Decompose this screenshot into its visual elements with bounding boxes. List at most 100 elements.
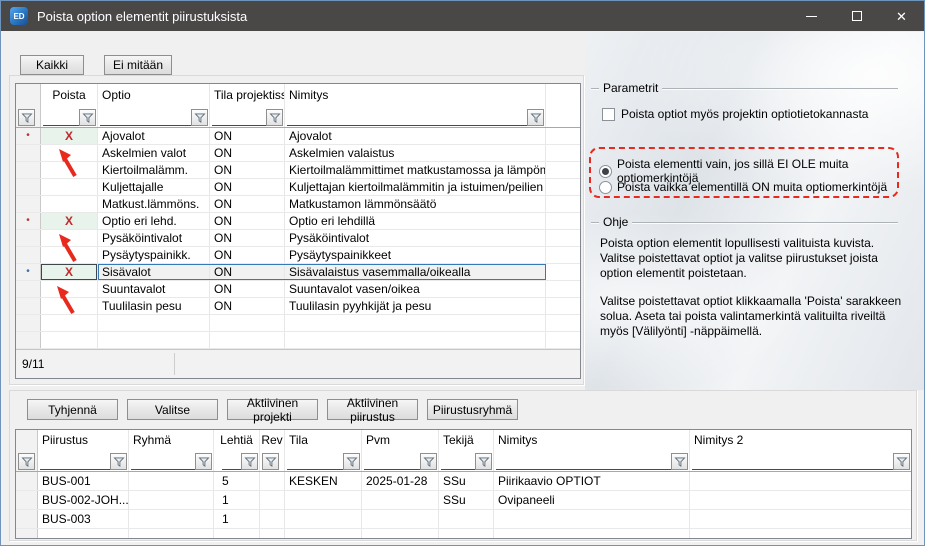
nimitys-cell[interactable]: Sisävalaistus vasemmalla/oikealla [285, 264, 546, 280]
tekija-cell[interactable]: SSu [439, 472, 494, 490]
tila-cell[interactable] [210, 332, 285, 348]
tila-cell[interactable]: ON [210, 213, 285, 229]
radio-selected-icon[interactable] [599, 165, 612, 178]
lehtia-cell[interactable]: 1 [214, 491, 260, 509]
nimitys-cell[interactable] [285, 332, 546, 348]
tila-cell[interactable]: ON [210, 162, 285, 178]
piirustus-cell[interactable]: BUS-002-JOH... [38, 491, 129, 509]
tekija-cell[interactable] [439, 510, 494, 528]
col-header-lehtia[interactable]: Lehtiä [214, 430, 260, 450]
filter-input[interactable] [287, 454, 343, 470]
ryhma-cell[interactable] [129, 491, 214, 509]
tekija-cell[interactable] [439, 529, 494, 539]
poista-cell[interactable] [41, 179, 98, 195]
filter-input[interactable] [692, 454, 893, 470]
tekija-cell[interactable]: SSu [439, 491, 494, 509]
nimitys-cell[interactable]: Suuntavalot vasen/oikea [285, 281, 546, 297]
piirustus-cell[interactable]: BUS-001 [38, 472, 129, 490]
table-row[interactable]: Askelmien valot ON Askelmien valaistus [16, 145, 580, 162]
optio-cell[interactable]: Matkust.lämmöns. [98, 196, 210, 212]
table-row[interactable]: • X Sisävalot ON Sisävalaistus vasemmall… [16, 264, 580, 281]
filter-icon[interactable] [420, 453, 437, 470]
poista-cell[interactable] [41, 230, 98, 246]
col-header-nimitys[interactable]: Nimitys [494, 430, 690, 450]
nimitys-cell[interactable]: Pysäytyspainikkeet [285, 247, 546, 263]
col-header-rev[interactable]: Rev [260, 430, 285, 450]
optio-cell[interactable] [98, 315, 210, 331]
filter-input[interactable] [222, 454, 241, 470]
filter-icon[interactable] [262, 453, 279, 470]
pvm-cell[interactable] [362, 491, 439, 509]
optio-cell[interactable]: Pysäköintivalot [98, 230, 210, 246]
table-row[interactable] [16, 332, 580, 349]
filter-icon[interactable] [893, 453, 910, 470]
filter-icon[interactable] [195, 453, 212, 470]
rev-cell[interactable] [260, 491, 285, 509]
nimitys-cell[interactable]: Piirikaavio OPTIOT [494, 472, 690, 490]
table-row[interactable]: Tuulilasin pesu ON Tuulilasin pyyhkijät … [16, 298, 580, 315]
piirustus-cell[interactable] [38, 529, 129, 539]
optio-cell[interactable]: Suuntavalot [98, 281, 210, 297]
rev-cell[interactable] [260, 472, 285, 490]
table-row[interactable]: • X Ajovalot ON Ajovalot [16, 128, 580, 145]
ryhma-cell[interactable] [129, 510, 214, 528]
optio-cell[interactable]: Optio eri lehd. [98, 213, 210, 229]
filter-input[interactable] [131, 454, 195, 470]
radio-delete-even-if-other[interactable]: Poista vaikka elementillä ON muita optio… [599, 180, 899, 194]
poista-cell[interactable]: X [41, 264, 98, 280]
table-row[interactable]: Kuljettajalle ON Kuljettajan kiertoilmal… [16, 179, 580, 196]
nimitys-cell[interactable] [494, 529, 690, 539]
poista-cell[interactable] [41, 145, 98, 161]
lehtia-cell[interactable] [214, 529, 260, 539]
poista-cell[interactable] [41, 247, 98, 263]
col-header-piirustus[interactable]: Piirustus [38, 430, 129, 450]
optio-cell[interactable]: Askelmien valot [98, 145, 210, 161]
nimitys-cell[interactable]: Optio eri lehdillä [285, 213, 546, 229]
filter-icon[interactable] [18, 453, 35, 470]
nimitys-cell[interactable] [494, 510, 690, 528]
tila-cell[interactable]: ON [210, 179, 285, 195]
optio-cell[interactable]: Tuulilasin pesu [98, 298, 210, 314]
tila-cell[interactable]: ON [210, 128, 285, 144]
filter-icon[interactable] [343, 453, 360, 470]
close-button[interactable]: ✕ [879, 1, 924, 31]
table-row[interactable]: BUS-003 1 [16, 510, 911, 529]
filter-icon[interactable] [241, 453, 258, 470]
tila-cell[interactable] [285, 491, 362, 509]
filter-input[interactable] [496, 454, 671, 470]
table-row[interactable] [16, 529, 911, 539]
nimitys-cell[interactable]: Matkustamon lämmönsäätö [285, 196, 546, 212]
radio-icon[interactable] [599, 181, 612, 194]
drawings-toolbar-button[interactable]: Piirustusryhmä [427, 399, 518, 420]
delete-from-db-checkbox-row[interactable]: Poista optiot myös projektin optiotietok… [602, 107, 902, 121]
poista-cell[interactable]: X [41, 213, 98, 229]
filter-input[interactable] [287, 110, 527, 126]
filter-input[interactable] [43, 110, 79, 126]
table-row[interactable]: Kiertoilmalämm. ON Kiertoilmalämmittimet… [16, 162, 580, 179]
poista-cell[interactable] [41, 332, 98, 348]
filter-input[interactable] [212, 110, 266, 126]
col-header-tila[interactable]: Tila [285, 430, 362, 450]
rev-cell[interactable] [260, 529, 285, 539]
filter-icon[interactable] [527, 109, 544, 126]
col-header-tila-projektissa[interactable]: Tila projektissa [210, 84, 285, 106]
ryhma-cell[interactable] [129, 472, 214, 490]
rev-cell[interactable] [260, 510, 285, 528]
filter-icon[interactable] [191, 109, 208, 126]
optio-cell[interactable]: Kiertoilmalämm. [98, 162, 210, 178]
select-none-button[interactable]: Ei mitään [104, 55, 172, 75]
nimitys-cell[interactable]: Kiertoilmalämmittimet matkustamossa ja l… [285, 162, 546, 178]
nimitys2-cell[interactable] [690, 491, 911, 509]
poista-cell[interactable] [41, 196, 98, 212]
table-row[interactable]: BUS-002-JOH... 1 SSu Ovipaneeli [16, 491, 911, 510]
lehtia-cell[interactable]: 5 [214, 472, 260, 490]
drawings-toolbar-button[interactable]: Valitse [127, 399, 218, 420]
filter-icon[interactable] [18, 109, 35, 126]
tila-cell[interactable]: ON [210, 196, 285, 212]
maximize-button[interactable] [834, 1, 879, 31]
table-row[interactable] [16, 315, 580, 332]
tila-cell[interactable]: ON [210, 247, 285, 263]
nimitys2-cell[interactable] [690, 529, 911, 539]
table-row[interactable]: BUS-001 5 KESKEN 2025-01-28 SSu Piirikaa… [16, 472, 911, 491]
filter-icon[interactable] [79, 109, 96, 126]
